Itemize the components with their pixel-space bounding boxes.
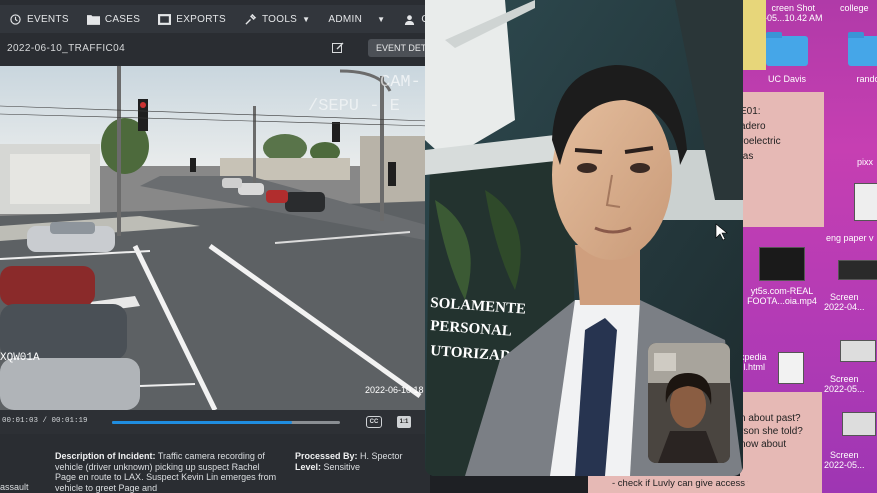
incident-tag: assault — [0, 482, 29, 492]
nav-exports[interactable]: EXPORTS — [149, 5, 235, 33]
desktop-item-college[interactable]: college — [840, 3, 869, 13]
desktop-item-screen-1[interactable]: Screen 2022-04... — [824, 292, 865, 312]
desktop-item-eng-paper[interactable]: eng paper v — [826, 233, 874, 243]
folder-icon — [848, 32, 877, 66]
traffic-scene: CAM- /SEPU - E XQW01A 2022-06-10 18 — [0, 66, 430, 410]
film-icon — [158, 13, 172, 25]
case-title: 2022-06-10_TRAFFIC04 — [7, 42, 126, 54]
nav-tools[interactable]: TOOLS ▼ — [235, 5, 319, 33]
edit-icon[interactable] — [332, 42, 344, 54]
desktop-folder-random[interactable]: rando — [848, 32, 877, 84]
nav-events[interactable]: EVENTS — [0, 5, 78, 33]
desktop-item-screen-2[interactable]: Screen 2022-05... — [824, 374, 865, 394]
event-details-button[interactable]: EVENT DET — [368, 39, 430, 57]
file-thumbnail-icon — [854, 183, 877, 221]
screenshot-thumbnail-icon — [840, 340, 876, 362]
evidence-app-window: EVENTS CASES EXPORTS TOOLS ▼ ADMIN ▼ GUE… — [0, 0, 430, 493]
nav-cases[interactable]: CASES — [78, 5, 149, 33]
playback-time: 00:01:03 / 00:01:19 — [2, 417, 88, 425]
camera-id-overlay: CAM- — [380, 73, 421, 92]
user-icon — [405, 14, 415, 25]
chevron-down-icon: ▼ — [302, 14, 311, 24]
desktop-item-video-file[interactable]: yt5s.com-REAL FOOTA...oia.mp4 — [747, 247, 817, 306]
playback-progress — [112, 421, 293, 424]
incident-description: Description of Incident: Traffic camera … — [55, 451, 277, 493]
clock-history-icon — [10, 13, 21, 25]
incident-details: Description of Incident: Traffic camera … — [0, 438, 430, 493]
sticky-note-bottom[interactable]: - check if Luvly can give access to — [588, 476, 748, 493]
sticky-note-yellow[interactable] — [740, 0, 766, 70]
plate-overlay: XQW01A — [0, 352, 40, 364]
processing-info: Processed By: H. Spector Level: Sensitiv… — [295, 451, 403, 472]
desktop-folder-uc-davis[interactable]: UC Davis — [766, 32, 808, 84]
aspect-ratio-button[interactable]: 1:1 — [397, 416, 411, 428]
self-view-feed — [648, 343, 730, 463]
traffic-camera-video[interactable]: CAM- /SEPU - E XQW01A 2022-06-10 18 — [0, 66, 430, 410]
playback-scrubber[interactable] — [112, 421, 340, 424]
folder-icon — [766, 32, 808, 66]
desktop-item-screenshot[interactable]: creen Shot -05...10.42 AM — [764, 3, 823, 23]
sticky-note-pink-top[interactable]: E01: adero roelectric tas — [740, 92, 824, 227]
case-titlebar: 2022-06-10_TRAFFIC04 EVENT DET — [0, 34, 430, 62]
self-view-video[interactable] — [648, 343, 730, 463]
html-file-icon — [778, 352, 804, 384]
video-thumbnail-icon — [759, 247, 805, 281]
camera-location-overlay: /SEPU - E — [308, 97, 400, 116]
top-navigation: EVENTS CASES EXPORTS TOOLS ▼ ADMIN ▼ GUE… — [0, 5, 430, 33]
desktop-item-screen-3[interactable]: Screen 2022-05... — [824, 450, 865, 470]
tools-icon — [245, 13, 257, 25]
desktop-item-pixx[interactable]: pixx — [857, 157, 873, 167]
chevron-down-icon: ▼ — [377, 14, 386, 24]
screenshot-thumbnail-icon — [838, 260, 877, 280]
sticky-note-pink-bottom[interactable]: n about past? rson she told? now about — [740, 392, 822, 493]
screenshot-thumbnail-icon — [842, 412, 876, 436]
closed-captions-button[interactable]: CC — [366, 416, 382, 428]
folder-icon — [86, 14, 100, 25]
video-timestamp: 2022-06-10 18 — [365, 385, 424, 395]
nav-admin[interactable]: ADMIN ▼ — [319, 5, 394, 33]
desktop-item-expedia[interactable]: xpedia il.html — [740, 352, 767, 372]
